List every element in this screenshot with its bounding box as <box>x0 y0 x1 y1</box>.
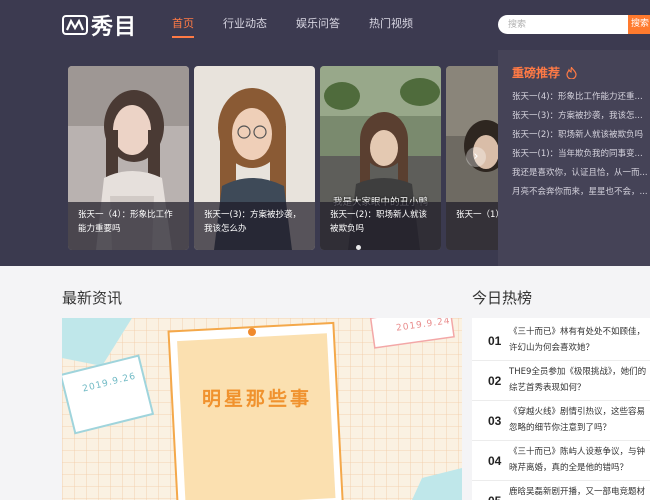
hot-rank-number: 05 <box>488 494 501 500</box>
hot-list-item[interactable]: 01 《三十而已》林有有处处不如顾佳，许幻山为何会喜欢她？ <box>472 322 650 361</box>
nav-home[interactable]: 首页 <box>172 0 194 50</box>
video-card[interactable]: 张天一（4）：形象比工作能力重要吗 <box>68 66 189 250</box>
nav-industry-news[interactable]: 行业动态 <box>223 0 267 50</box>
fire-icon <box>566 66 577 79</box>
video-carousel: 张天一（4）：形象比工作能力重要吗 张天一(3)：方案被抄袭，我该怎么办 张天一… <box>68 66 498 250</box>
recommend-sidebar: 重磅推荐 张天一(4)：形象比工作能力还重... 张天一(3)：方案被抄袭，我该… <box>498 50 650 266</box>
card-caption: 张天一(2)：职场新人就该被欺负吗 <box>320 202 441 250</box>
recommend-title: 重磅推荐 <box>512 64 577 81</box>
hot-list-item[interactable]: 02 THE9全员参加《极限挑战》，她们的综艺首秀表现如何？ <box>472 362 650 401</box>
card-caption: 张天一（4）：形象比工作能力重要吗 <box>68 202 189 250</box>
nav-entertainment-qa[interactable]: 娱乐问答 <box>296 0 340 50</box>
hot-section-title: 今日热榜 <box>472 289 533 307</box>
site-logo[interactable]: 秀目 <box>62 11 138 40</box>
hot-item-text: 《三十而已》陈屿人设惹争议，与钟晓芹离婚，真的全是他的错吗？ <box>509 447 646 473</box>
hot-list: 01 《三十而已》林有有处处不如顾佳，许幻山为何会喜欢她？ 02 THE9全员参… <box>472 318 650 500</box>
top-header: 秀目 首页 行业动态 娱乐问答 热门视频 搜索 <box>0 0 650 50</box>
card-caption: 张天一（1）同事变成 <box>446 202 498 250</box>
search-bar: 搜索 <box>498 15 650 34</box>
logo-icon <box>62 15 88 35</box>
hot-item-text: 鹿晗吴磊新剧开播，又一部电竞题材 <box>509 487 646 497</box>
recommend-list: 张天一(4)：形象比工作能力还重... 张天一(3)：方案被抄袭，我该怎... … <box>512 88 648 202</box>
recommend-item[interactable]: 张天一(2)：职场新人就该被欺负吗 <box>512 126 648 145</box>
hot-rank-number: 01 <box>488 334 502 348</box>
recommend-title-text: 重磅推荐 <box>512 66 561 80</box>
search-button[interactable]: 搜索 <box>628 15 650 34</box>
carousel-dot[interactable] <box>356 245 361 250</box>
card-caption: 张天一(3)：方案被抄袭，我该怎么办 <box>194 202 315 250</box>
news-image-headline: 明星那些事 <box>201 388 312 410</box>
hot-rank-number: 02 <box>488 374 502 388</box>
nav-hot-videos[interactable]: 热门视频 <box>369 0 413 50</box>
main-nav: 首页 行业动态 娱乐问答 热门视频 <box>172 0 442 50</box>
video-card[interactable]: 张天一(3)：方案被抄袭，我该怎么办 <box>194 66 315 250</box>
hot-list-item[interactable]: 04 《三十而已》陈屿人设惹争议，与钟晓芹离婚，真的全是他的错吗？ <box>472 442 650 481</box>
recommend-item[interactable]: 张天一(4)：形象比工作能力还重... <box>512 88 648 107</box>
search-input[interactable] <box>498 15 628 34</box>
hot-list-item[interactable]: 03 《穿越火线》剧情引热议，这些容易忽略的细节你注意到了吗？ <box>472 402 650 441</box>
logo-text: 秀目 <box>91 15 138 40</box>
video-card[interactable]: 我是大家眼中的丑小鸭 张天一(2)：职场新人就该被欺负吗 <box>320 66 441 250</box>
hot-list-item[interactable]: 05 鹿晗吴磊新剧开播，又一部电竞题材 <box>472 482 650 500</box>
recommend-item[interactable]: 月亮不会奔你而来，星星也不会，... <box>512 183 648 202</box>
hot-rank-number: 04 <box>488 454 502 468</box>
news-feature-image[interactable]: 明星那些事 2019.9.26 2019.9.24 <box>62 318 462 500</box>
recommend-item[interactable]: 张天一(3)：方案被抄袭，我该怎... <box>512 107 648 126</box>
hot-item-text: THE9全员参加《极限挑战》，她们的综艺首秀表现如何？ <box>509 367 647 393</box>
carousel-next-icon[interactable]: › <box>466 147 486 167</box>
news-section-title: 最新资讯 <box>62 289 123 307</box>
recommend-item[interactable]: 张天一(1)：当年欺负我的同事变... <box>512 145 648 164</box>
recommend-item[interactable]: 我还是喜欢你，认证且恰，从一而... <box>512 164 648 183</box>
hot-rank-number: 03 <box>488 414 502 428</box>
hot-item-text: 《穿越火线》剧情引热议，这些容易忽略的细节你注意到了吗？ <box>509 407 646 433</box>
hot-item-text: 《三十而已》林有有处处不如顾佳，许幻山为何会喜欢她？ <box>509 327 646 353</box>
hero-section: 张天一（4）：形象比工作能力重要吗 张天一(3)：方案被抄袭，我该怎么办 张天一… <box>0 50 650 266</box>
